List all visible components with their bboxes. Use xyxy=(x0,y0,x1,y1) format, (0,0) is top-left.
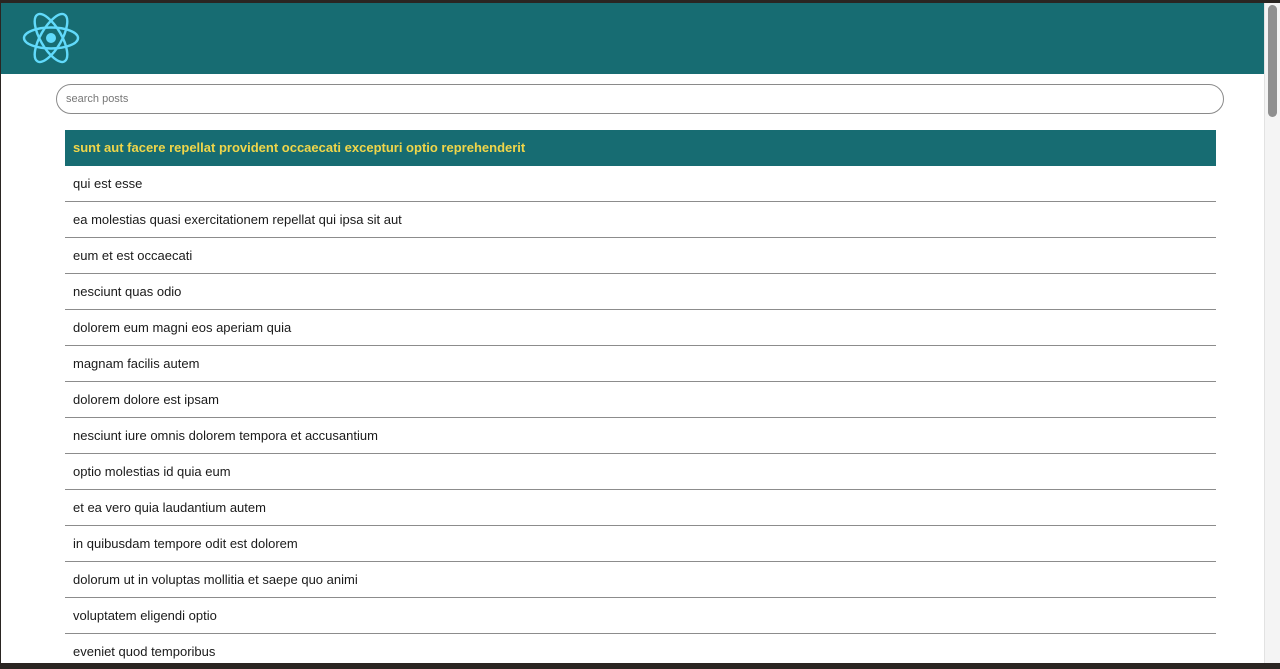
app-window: sunt aut facere repellat provident occae… xyxy=(1,3,1280,663)
post-item[interactable]: eum et est occaecati xyxy=(65,238,1216,274)
post-list: sunt aut facere repellat provident occae… xyxy=(65,130,1216,663)
post-item[interactable]: dolorum ut in voluptas mollitia et saepe… xyxy=(65,562,1216,598)
post-item-selected[interactable]: sunt aut facere repellat provident occae… xyxy=(65,130,1216,166)
scrollbar-thumb[interactable] xyxy=(1268,5,1277,117)
search-posts-input[interactable] xyxy=(56,84,1224,114)
post-item[interactable]: qui est esse xyxy=(65,166,1216,202)
react-atom-icon[interactable] xyxy=(21,11,81,65)
post-item[interactable]: nesciunt iure omnis dolorem tempora et a… xyxy=(65,418,1216,454)
app-header xyxy=(1,3,1265,74)
vertical-scrollbar[interactable] xyxy=(1264,3,1280,663)
post-item[interactable]: ea molestias quasi exercitationem repell… xyxy=(65,202,1216,238)
post-item[interactable]: nesciunt quas odio xyxy=(65,274,1216,310)
post-item[interactable]: eveniet quod temporibus xyxy=(65,634,1216,663)
post-item[interactable]: dolorem eum magni eos aperiam quia xyxy=(65,310,1216,346)
post-item[interactable]: dolorem dolore est ipsam xyxy=(65,382,1216,418)
post-item[interactable]: et ea vero quia laudantium autem xyxy=(65,490,1216,526)
post-item[interactable]: magnam facilis autem xyxy=(65,346,1216,382)
post-item[interactable]: voluptatem eligendi optio xyxy=(65,598,1216,634)
post-item[interactable]: in quibusdam tempore odit est dolorem xyxy=(65,526,1216,562)
post-item[interactable]: optio molestias id quia eum xyxy=(65,454,1216,490)
